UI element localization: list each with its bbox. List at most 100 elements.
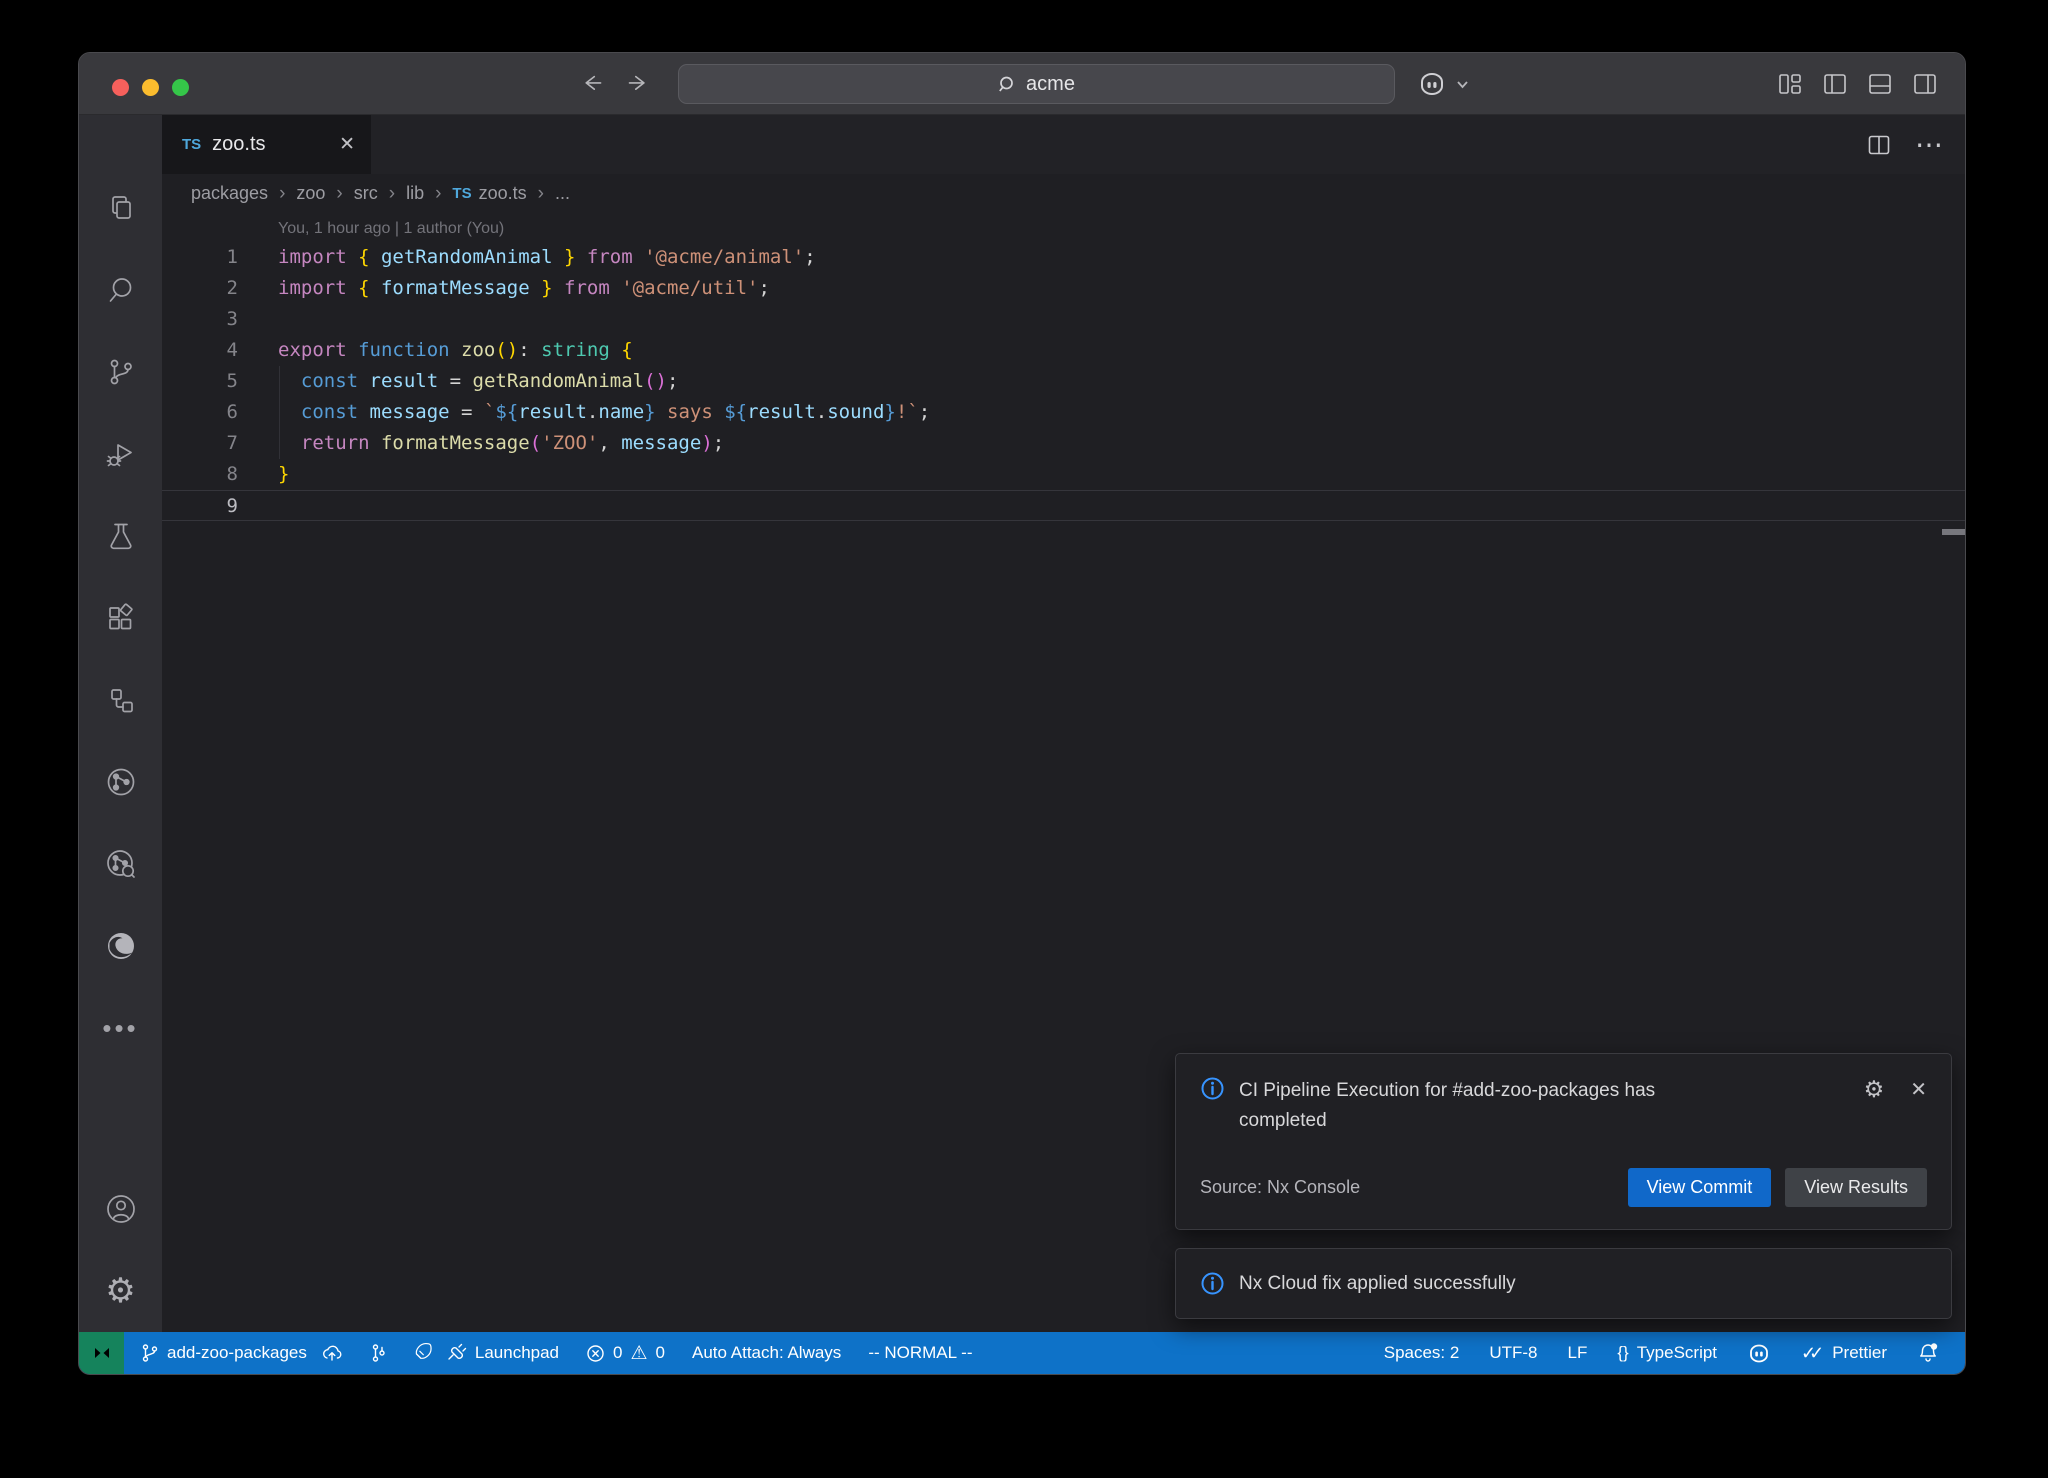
bell-icon (1917, 1342, 1939, 1364)
code-line-content: const message = `${result.name} says ${r… (238, 397, 930, 428)
copilot-menu[interactable] (1417, 53, 1469, 115)
activity-explorer-icon[interactable] (79, 167, 162, 249)
breadcrumb-item[interactable]: zoo (296, 183, 325, 204)
eol-status[interactable]: LF (1568, 1343, 1588, 1363)
code-line[interactable]: 6 const message = `${result.name} says $… (162, 397, 1965, 428)
errors-icon (586, 1344, 605, 1363)
toggle-primary-sidebar-icon[interactable] (1822, 72, 1848, 96)
vscode-window: acme (78, 52, 1966, 1375)
zoom-window-button[interactable] (172, 79, 189, 96)
split-editor-icon[interactable] (1867, 134, 1891, 156)
more-actions-icon[interactable]: ⋯ (1915, 138, 1943, 152)
history-navigation (579, 53, 651, 115)
vim-mode-status[interactable]: -- NORMAL -- (868, 1343, 972, 1363)
copilot-icon (1417, 72, 1447, 96)
command-center-search[interactable]: acme (678, 64, 1395, 104)
plug-icon (445, 1343, 467, 1363)
remote-indicator[interactable] (79, 1332, 124, 1374)
breadcrumb-item[interactable]: src (354, 183, 378, 204)
activity-run-and-debug-icon[interactable] (79, 413, 162, 495)
activity-more-icon[interactable]: ••• (79, 987, 162, 1069)
breadcrumb-item[interactable]: ... (555, 183, 570, 204)
formatter-status[interactable]: ✓✓ Prettier (1801, 1343, 1887, 1364)
layout-controls (1777, 53, 1938, 115)
copilot-icon (1747, 1344, 1771, 1363)
breadcrumb: packages›zoo›src›lib›TSzoo.ts›... (162, 174, 1965, 213)
branch-icon (141, 1343, 159, 1363)
indentation-status[interactable]: Spaces: 2 (1384, 1343, 1460, 1363)
toggle-panel-icon[interactable] (1867, 72, 1893, 96)
auto-attach-status[interactable]: Auto Attach: Always (692, 1343, 841, 1363)
branch-name: add-zoo-packages (167, 1343, 307, 1363)
launchpad-status[interactable]: Launchpad (413, 1341, 559, 1365)
braces-icon: {} (1617, 1343, 1628, 1363)
notification-ci-pipeline: CI Pipeline Execution for #add-zoo-packa… (1175, 1053, 1952, 1230)
info-icon (1200, 1271, 1225, 1296)
activity-edge-browser-icon[interactable] (79, 905, 162, 987)
code-line[interactable]: 8} (162, 459, 1965, 490)
code-line[interactable]: 5 const result = getRandomAnimal(); (162, 366, 1965, 397)
notification-source: Source: Nx Console (1200, 1177, 1360, 1198)
breadcrumb-separator: › (336, 183, 342, 205)
traffic-lights (112, 79, 189, 96)
activity-source-control-icon[interactable] (79, 331, 162, 413)
view-commit-button[interactable]: View Commit (1628, 1168, 1772, 1207)
close-window-button[interactable] (112, 79, 129, 96)
editor-group: TS zoo.ts ✕ ⋯ packages›zoo›src›lib›TSzoo… (162, 115, 1965, 1332)
breadcrumb-item[interactable]: TSzoo.ts (452, 183, 526, 204)
code-line[interactable]: 3 (162, 304, 1965, 335)
toggle-secondary-sidebar-icon[interactable] (1912, 72, 1938, 96)
code-lines: 1import { getRandomAnimal } from '@acme/… (162, 242, 1965, 521)
activity-bar: ••• ⚙ (79, 115, 162, 1332)
line-number: 4 (162, 335, 238, 366)
code-line-content (238, 304, 278, 335)
settings-gear-icon[interactable]: ⚙ (79, 1250, 162, 1332)
code-line-content: import { formatMessage } from '@acme/uti… (238, 273, 770, 304)
activity-search-icon[interactable] (79, 249, 162, 331)
accounts-icon[interactable] (79, 1168, 162, 1250)
activity-nx-console-icon[interactable] (79, 741, 162, 823)
code-line-content: return formatMessage('ZOO', message); (238, 428, 724, 459)
minimize-window-button[interactable] (142, 79, 159, 96)
language-mode-status[interactable]: {} TypeScript (1617, 1343, 1717, 1363)
line-number: 8 (162, 459, 238, 490)
encoding-status[interactable]: UTF-8 (1489, 1343, 1537, 1363)
notification-nx-cloud-fix: Nx Cloud fix applied successfully (1175, 1248, 1952, 1319)
code-line[interactable]: 7 return formatMessage('ZOO', message); (162, 428, 1965, 459)
view-results-button[interactable]: View Results (1785, 1168, 1927, 1207)
customize-layout-icon[interactable] (1777, 72, 1803, 96)
tab-zoo-ts[interactable]: TS zoo.ts ✕ (162, 115, 371, 174)
search-value: acme (1026, 73, 1075, 96)
notification-message: Nx Cloud fix applied successfully (1239, 1273, 1516, 1295)
code-line-content (238, 491, 278, 520)
back-arrow-icon[interactable] (579, 73, 605, 95)
notification-toasts: CI Pipeline Execution for #add-zoo-packa… (1175, 1053, 1952, 1319)
line-number: 7 (162, 428, 238, 459)
publish-cloud-icon (321, 1344, 343, 1362)
blame-annotation: You, 1 hour ago | 1 author (You) (162, 215, 1965, 242)
activity-extensions-icon[interactable] (79, 577, 162, 659)
git-branch-status[interactable]: add-zoo-packages (141, 1343, 343, 1363)
activity-testing-icon[interactable] (79, 495, 162, 577)
tab-close-icon[interactable]: ✕ (339, 133, 355, 156)
error-count: 0 (613, 1343, 622, 1363)
problems-status[interactable]: 0 ⚠ 0 (586, 1343, 665, 1363)
line-number: 6 (162, 397, 238, 428)
breadcrumb-item[interactable]: packages (191, 183, 268, 204)
title-bar: acme (79, 53, 1965, 115)
status-bar: add-zoo-packages Launchpad 0 ⚠ 0 (79, 1332, 1965, 1374)
notifications-bell[interactable] (1917, 1342, 1939, 1364)
notification-close-icon[interactable]: ✕ (1910, 1080, 1927, 1100)
copilot-status[interactable] (1747, 1344, 1771, 1363)
notification-settings-gear-icon[interactable]: ⚙ (1864, 1078, 1885, 1101)
forward-arrow-icon[interactable] (625, 73, 651, 95)
breadcrumb-item[interactable]: lib (406, 183, 424, 204)
activity-nx-cloud-icon[interactable] (79, 823, 162, 905)
activity-remote-explorer-icon[interactable] (79, 659, 162, 741)
code-line[interactable]: 4export function zoo(): string { (162, 335, 1965, 366)
code-line[interactable]: 2import { formatMessage } from '@acme/ut… (162, 273, 1965, 304)
code-line[interactable]: 1import { getRandomAnimal } from '@acme/… (162, 242, 1965, 273)
code-line-content: } (238, 459, 289, 490)
source-control-graph-status[interactable] (370, 1342, 386, 1364)
code-line[interactable]: 9 (162, 490, 1965, 521)
